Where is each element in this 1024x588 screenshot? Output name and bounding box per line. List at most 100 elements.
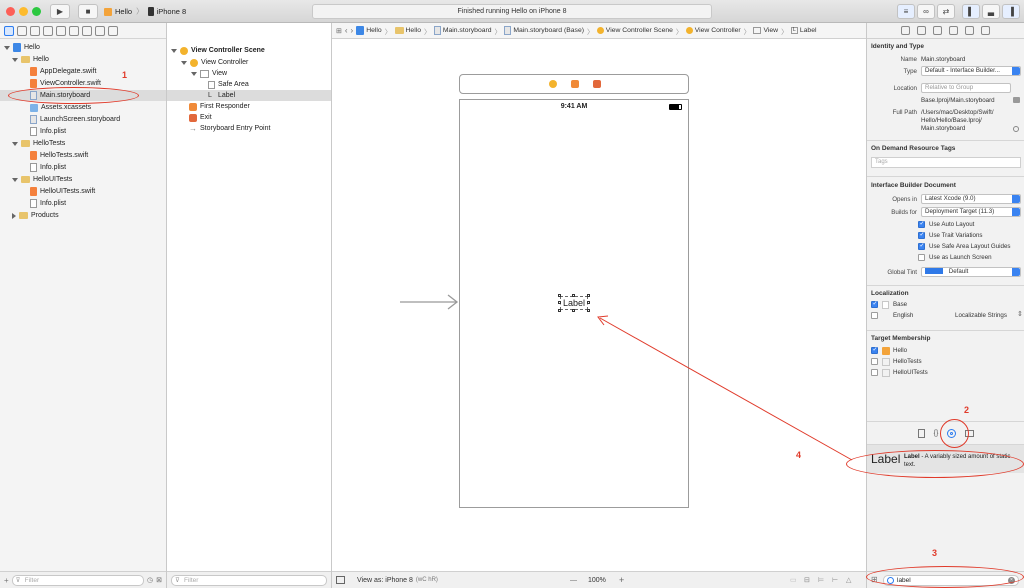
size-inspector-icon[interactable] — [965, 26, 974, 35]
tree-item-file[interactable]: HelloTests.swift — [30, 150, 88, 161]
exit-icon[interactable] — [593, 80, 601, 88]
loc-english-checkbox[interactable] — [871, 312, 878, 319]
crumb-label[interactable]: L Label — [790, 27, 817, 34]
outline-view[interactable]: View — [191, 68, 227, 79]
loc-base-checkbox[interactable] — [871, 300, 878, 308]
toggle-inspector-button[interactable]: ▐ — [1002, 4, 1020, 19]
outline-entry-point[interactable]: → Storyboard Entry Point — [189, 123, 270, 134]
crumb-folder[interactable]: Hello — [394, 27, 421, 34]
global-tint-select[interactable]: Default — [921, 267, 1021, 277]
issue-icon[interactable] — [56, 25, 66, 36]
source-control-icon[interactable] — [17, 25, 27, 36]
breakpoint-icon[interactable] — [95, 25, 105, 36]
file-template-icon[interactable] — [917, 428, 925, 438]
code-snippet-icon[interactable]: {} — [934, 430, 939, 437]
crumb-scene[interactable]: View Controller Scene — [596, 27, 673, 34]
type-select[interactable]: Default - Interface Builder... — [921, 66, 1021, 76]
tags-input[interactable]: Tags — [871, 157, 1021, 168]
zoom-level[interactable]: 100% — [588, 577, 606, 584]
folder-icon[interactable] — [4, 25, 14, 36]
safe-area-checkbox[interactable] — [918, 242, 925, 250]
outline-scene[interactable]: View Controller Scene — [171, 45, 265, 56]
tree-item-file[interactable]: Info.plist — [30, 162, 66, 173]
pin-icon[interactable]: ⊢ — [832, 576, 838, 584]
outline-label[interactable]: L Label — [167, 90, 331, 101]
outline-exit[interactable]: Exit — [189, 112, 212, 123]
scheme-selector[interactable]: Hello 〉 iPhone 8 — [104, 4, 186, 19]
resize-handle[interactable] — [587, 301, 590, 304]
tree-item-project[interactable]: Hello — [4, 42, 40, 53]
outline-filter-input[interactable]: ⊽ Filter — [171, 574, 327, 586]
opens-in-select[interactable]: Latest Xcode (9.0) — [921, 194, 1021, 204]
auto-layout-checkbox[interactable] — [918, 220, 925, 228]
stack-icon[interactable]: ⊟ — [804, 576, 810, 584]
location-select[interactable]: Relative to Group — [921, 83, 1011, 93]
crumb-file[interactable]: Main.storyboard — [433, 26, 492, 35]
close-window-button[interactable] — [6, 7, 15, 16]
standard-editor-button[interactable]: ≡ — [897, 4, 915, 19]
crumb-view-controller[interactable]: View Controller — [685, 27, 741, 34]
crumb-view[interactable]: View — [753, 27, 778, 34]
tree-item-file[interactable]: Info.plist — [30, 126, 66, 137]
loc-english-type[interactable]: Localizable Strings — [955, 312, 1007, 319]
symbol-icon[interactable] — [30, 25, 40, 36]
outline-first-responder[interactable]: First Responder — [189, 101, 250, 112]
outline-safe-area[interactable]: Safe Area — [208, 79, 249, 90]
zoom-out-button[interactable]: — — [570, 577, 577, 584]
add-icon[interactable]: + — [4, 576, 9, 585]
launch-screen-checkbox[interactable] — [918, 254, 925, 261]
outline-view-controller[interactable]: View Controller — [181, 57, 248, 68]
tree-item-folder[interactable]: Products — [12, 210, 59, 221]
label-element[interactable]: Label — [558, 294, 590, 312]
crumb-file-base[interactable]: Main.storyboard (Base) — [504, 26, 584, 35]
resize-handle[interactable] — [558, 309, 561, 312]
related-items-icon[interactable]: ⊞ — [336, 27, 342, 35]
version-editor-button[interactable]: ⇄ — [937, 4, 955, 19]
debug-icon[interactable] — [82, 25, 92, 36]
builds-for-select[interactable]: Deployment Target (11.3) — [921, 207, 1021, 217]
trait-variations-checkbox[interactable] — [918, 231, 925, 239]
run-button[interactable]: ▶ — [50, 4, 70, 19]
toggle-debug-button[interactable]: ▃ — [982, 4, 1000, 19]
update-frames-icon[interactable]: ▭ — [790, 576, 797, 584]
tree-item-file[interactable]: HelloUITests.swift — [30, 186, 95, 197]
tree-item-file[interactable]: AppDelegate.swift — [30, 66, 96, 77]
file-inspector-icon[interactable] — [901, 26, 910, 35]
resize-handle[interactable] — [558, 294, 561, 297]
reveal-in-finder-icon[interactable] — [1013, 126, 1019, 132]
tree-item-file[interactable]: LaunchScreen.storyboard — [30, 114, 120, 125]
find-icon[interactable] — [43, 25, 53, 36]
toggle-navigator-button[interactable]: ▌ — [962, 4, 980, 19]
toggle-outline-icon[interactable] — [336, 576, 345, 584]
quick-help-icon[interactable] — [917, 26, 926, 35]
resolve-issues-icon[interactable]: △ — [846, 576, 851, 584]
navigator-filter-input[interactable]: ⊽ Filter — [11, 574, 145, 586]
forward-icon[interactable]: › — [351, 26, 354, 35]
stop-button[interactable]: ■ — [78, 4, 98, 19]
assistant-editor-button[interactable]: ∞ — [917, 4, 935, 19]
tree-item-folder[interactable]: Hello — [12, 54, 49, 65]
first-responder-icon[interactable] — [571, 80, 579, 88]
connections-inspector-icon[interactable] — [981, 26, 990, 35]
resize-handle[interactable] — [572, 294, 575, 297]
back-icon[interactable]: ‹ — [345, 26, 348, 35]
zoom-window-button[interactable] — [32, 7, 41, 16]
align-icon[interactable]: ⊨ — [818, 576, 824, 584]
test-icon[interactable] — [69, 25, 79, 36]
report-icon[interactable] — [108, 25, 118, 36]
target-tests-checkbox[interactable] — [871, 358, 878, 365]
view-controller-icon[interactable] — [549, 80, 557, 88]
target-hello-checkbox[interactable] — [871, 346, 878, 354]
recent-files-icon[interactable]: ◷ — [147, 576, 153, 584]
crumb-project[interactable]: Hello — [356, 26, 382, 35]
attributes-inspector-icon[interactable] — [949, 26, 958, 35]
target-uitests-checkbox[interactable] — [871, 369, 878, 376]
source-control-filter-icon[interactable]: ⊠ — [156, 576, 162, 584]
tree-item-folder[interactable]: HelloTests — [12, 138, 65, 149]
resize-handle[interactable] — [572, 309, 575, 312]
minimize-window-button[interactable] — [19, 7, 28, 16]
resize-handle[interactable] — [587, 294, 590, 297]
zoom-in-button[interactable]: + — [619, 575, 624, 585]
tree-item-folder[interactable]: HelloUITests — [12, 174, 72, 185]
tree-item-file[interactable]: Info.plist — [30, 198, 66, 209]
